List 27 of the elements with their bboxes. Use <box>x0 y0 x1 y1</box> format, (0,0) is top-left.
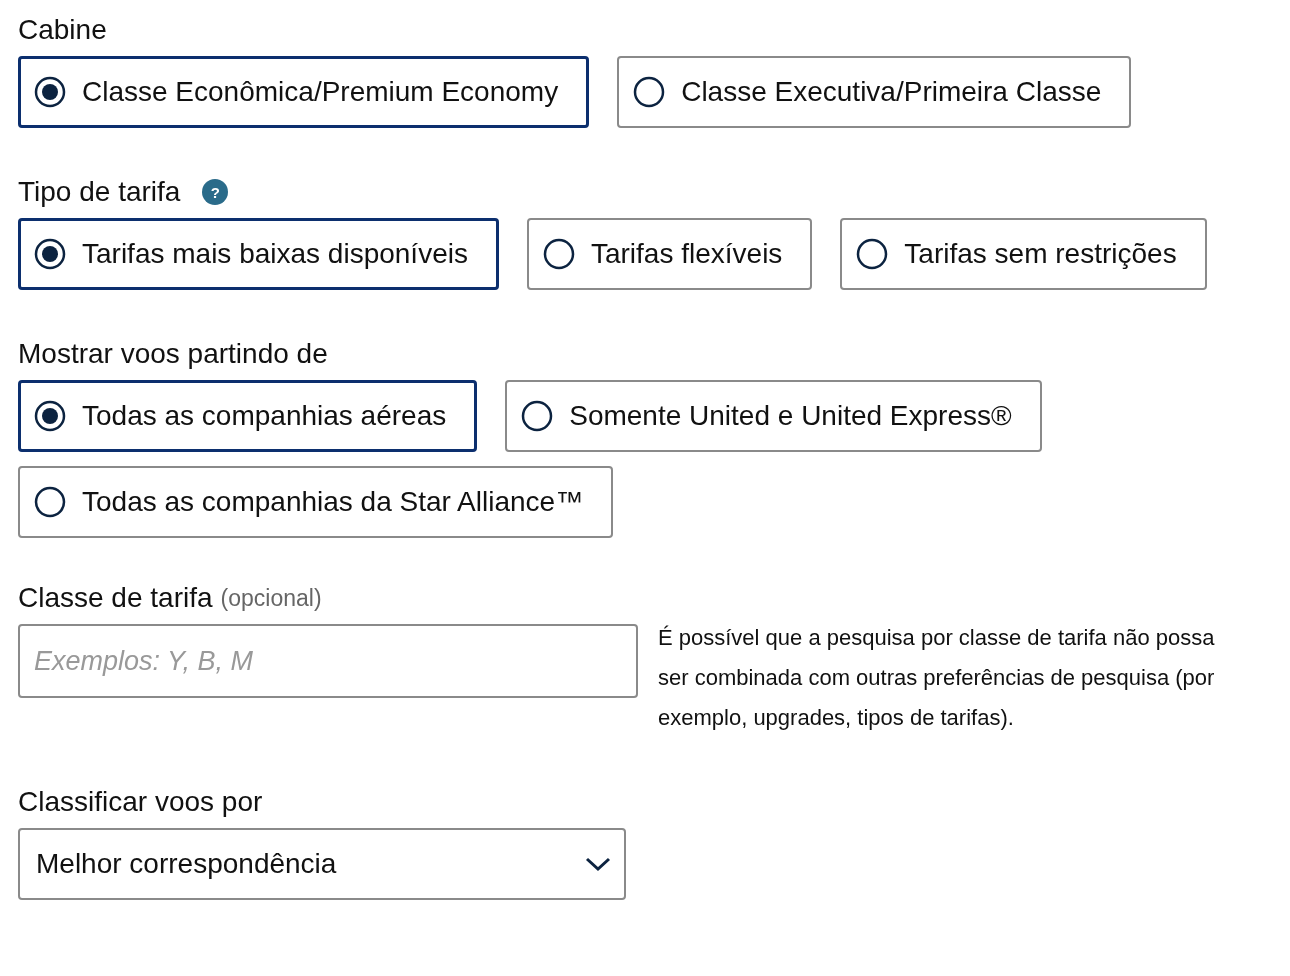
radio-icon <box>34 400 66 432</box>
radio-icon <box>633 76 666 108</box>
radio-option[interactable]: Tarifas sem restrições <box>840 218 1207 290</box>
radio-option[interactable]: Classe Econômica/Premium Economy <box>18 56 590 128</box>
group-label: Mostrar voos partindo de <box>18 338 328 370</box>
radio-option[interactable]: Somente United e United Express® <box>505 380 1042 452</box>
sort-dropdown[interactable]: Melhor correspondência <box>18 828 626 900</box>
group-label: Tipo de tarifa <box>18 176 181 208</box>
radio-option[interactable]: Tarifas mais baixas disponíveis <box>18 218 499 290</box>
input-field[interactable]: Exemplos: Y, B, M <box>18 624 638 698</box>
field-label: Classe de tarifa <box>18 582 213 614</box>
radio-icon <box>542 238 575 270</box>
group-label: Cabine <box>18 14 107 46</box>
radio-icon <box>34 76 66 108</box>
hint-text: É possível que a pesquisa por classe de tarifa não possa ser combinada com outras preferências de pesquisa (por exemplo, upgrades, tipos de tarifas). <box>658 624 1216 732</box>
radio-option[interactable]: Tarifas flexíveis <box>526 218 813 290</box>
radio-option[interactable]: Todas as companhias da Star Alliance™ <box>18 466 614 538</box>
radio-icon <box>34 238 66 270</box>
help-button[interactable]: ? <box>202 179 229 205</box>
optional-note: (opcional) <box>220 584 322 612</box>
radio-icon <box>34 486 66 518</box>
radio-icon <box>521 400 554 432</box>
radio-option[interactable]: Classe Executiva/Primeira Classe <box>617 56 1132 128</box>
radio-option[interactable]: Todas as companhias aéreas <box>18 380 478 452</box>
radio-icon <box>856 238 889 270</box>
field-label: Classificar voos por <box>18 786 263 818</box>
chevron-down-icon <box>584 855 612 873</box>
